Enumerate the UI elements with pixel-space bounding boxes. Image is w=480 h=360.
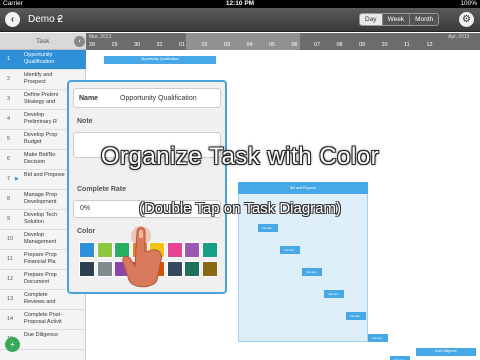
task-row[interactable]: 14 Complete Post- Proposal Activit (0, 310, 86, 330)
task-bar-opportunity[interactable]: Opportunity Qualification (104, 56, 216, 64)
overlay-subtitle: (Double Tap on Task Diagram) (138, 200, 342, 217)
view-mode-segmented: Day Week Month (359, 13, 440, 26)
back-arrow-icon[interactable]: ‹ (5, 12, 20, 27)
color-swatch[interactable] (96, 261, 113, 277)
subtask-bar[interactable]: Develo.. (280, 246, 300, 254)
name-label: Name (79, 95, 99, 102)
day-label: 01 (179, 42, 186, 48)
subtask-bar[interactable]: Develo.. (390, 356, 410, 360)
task-number: 5 (7, 136, 11, 142)
name-value[interactable]: Opportunity Qualification (120, 95, 197, 102)
day-label: 04 (246, 42, 253, 48)
task-header-label: Task (36, 38, 50, 45)
segment-week[interactable]: Week (381, 14, 410, 25)
task-name: Complete Post- Proposal Activit (24, 312, 62, 325)
status-bar: Carrier 12:10 PM 100% (0, 0, 480, 8)
day-label: 02 (201, 42, 208, 48)
clock: 12:10 PM (225, 0, 255, 7)
battery-label: 100% (460, 0, 477, 7)
day-label: 07 (314, 42, 321, 48)
day-label: 28 (89, 42, 96, 48)
nav-bar: ‹ Demo 2 ▾ Day Week Month ⚙ (0, 8, 480, 32)
month-label-left: Mar, 2013 (89, 34, 112, 40)
task-number: 2 (7, 76, 11, 82)
timeline-header: Mar, 2013 Apr, 2013 28 29 30 31 01 02 03 04 05 06… (86, 33, 480, 50)
color-swatch[interactable] (184, 242, 200, 258)
rate-label: Complete Rate (77, 186, 127, 193)
month-label-right: Apr, 2013 (448, 34, 470, 40)
day-label: 11 (404, 42, 410, 48)
task-name: Opportunity Qualification (24, 52, 55, 65)
day-label: 08 (336, 42, 343, 48)
subtask-bar[interactable]: Develo.. (302, 268, 322, 276)
color-swatch[interactable] (184, 261, 200, 277)
day-label: 30 (134, 42, 141, 48)
subtask-bar[interactable]: Develo.. (258, 224, 278, 232)
task-number: 14 (7, 316, 14, 322)
day-label: 05 (269, 42, 276, 48)
subtask-bar[interactable]: Develo.. (346, 312, 366, 320)
task-group-label[interactable]: Bid and Propose (238, 182, 368, 194)
day-label: 31 (156, 42, 163, 48)
day-label: 12 (426, 42, 433, 48)
chevron-down-icon[interactable]: ▾ (57, 15, 61, 24)
segment-month[interactable]: Month (409, 14, 439, 25)
task-number: 4 (7, 116, 11, 122)
subtask-bar[interactable]: Develo.. (368, 334, 388, 342)
task-row[interactable]: 1 Opportunity Qualification (0, 50, 86, 70)
day-label: 09 (359, 42, 366, 48)
task-number: 7 (7, 176, 11, 182)
task-number: 12 (7, 276, 14, 282)
collapse-icon[interactable]: ‹ (74, 36, 85, 47)
task-number: 11 (7, 256, 13, 262)
task-column-header: Task ‹ (0, 33, 86, 50)
color-swatch[interactable] (79, 242, 95, 258)
task-number: 3 (7, 96, 11, 102)
expand-arrow-icon[interactable]: ▶ (15, 176, 19, 182)
task-name: Due Diligence (24, 332, 59, 338)
day-label: 06 (291, 42, 298, 48)
task-number: 13 (7, 296, 14, 302)
color-swatch[interactable] (96, 242, 113, 258)
task-bar-due-diligence[interactable]: Due Diligence (416, 348, 476, 356)
finger-tap-icon (122, 226, 162, 288)
color-swatch[interactable] (201, 242, 218, 258)
subtask-bar[interactable]: Develo.. (324, 290, 344, 298)
color-swatch[interactable] (201, 261, 218, 277)
note-label: Note (77, 118, 93, 125)
color-swatch[interactable] (79, 261, 95, 277)
day-label: 10 (381, 42, 388, 48)
task-name: Complete Reviews and (24, 292, 56, 305)
task-number: 1 (7, 56, 11, 62)
task-number: 10 (7, 236, 14, 242)
app-screen: Carrier 12:10 PM 100% ‹ Demo 2 ▾ Day Wee… (0, 0, 480, 360)
day-label: 03 (224, 42, 231, 48)
segment-day[interactable]: Day (360, 14, 382, 25)
gear-icon[interactable]: ⚙ (459, 12, 474, 27)
day-label: 29 (111, 42, 118, 48)
color-label: Color (77, 228, 96, 235)
overlay-title: Organize Task with Color (100, 143, 380, 170)
add-icon[interactable]: + (5, 337, 20, 352)
name-row[interactable]: Name Opportunity Qualification (73, 88, 221, 108)
